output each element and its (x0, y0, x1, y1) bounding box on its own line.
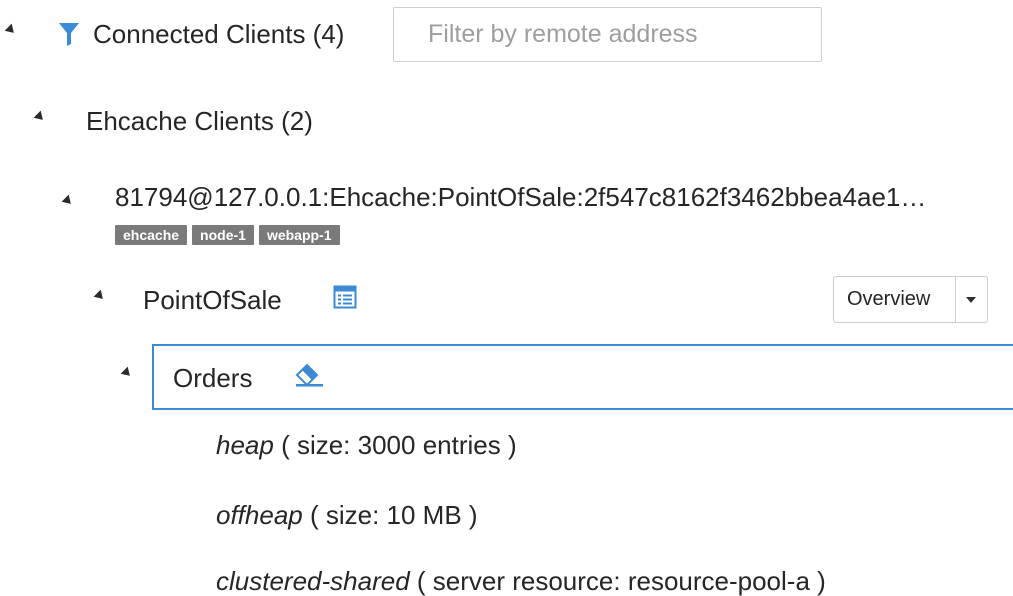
tier-detail: ( server resource: resource-pool-a ) (409, 566, 826, 596)
cache-manager-toggle[interactable] (93, 289, 107, 303)
filter-input[interactable] (393, 7, 822, 62)
tag-badge: node-1 (192, 225, 254, 245)
client-toggle[interactable] (61, 194, 75, 208)
tier-detail: ( size: 10 MB ) (302, 500, 478, 530)
tag-badge: ehcache (115, 225, 188, 245)
cache-manager-label: PointOfSale (143, 285, 282, 315)
tier-name: heap (216, 430, 274, 460)
view-select[interactable]: Overview (833, 276, 988, 323)
client-tags: ehcache node-1 webapp-1 (115, 225, 340, 245)
eraser-icon[interactable] (294, 360, 324, 388)
ehcache-clients-label: Ehcache Clients (2) (86, 106, 313, 136)
tier-name: offheap (216, 500, 303, 530)
filter-icon (58, 21, 80, 47)
view-select-value: Overview (847, 288, 931, 310)
connected-clients-toggle[interactable] (4, 23, 18, 37)
details-list-icon[interactable] (333, 285, 357, 309)
tier-detail: ( size: 3000 entries ) (273, 430, 517, 460)
tier-heap: heap ( size: 3000 entries ) (216, 430, 517, 460)
selected-cache-row[interactable] (152, 344, 1013, 410)
tier-clustered-shared: clustered-shared ( server resource: reso… (216, 566, 826, 596)
cache-toggle[interactable] (120, 366, 134, 380)
connected-clients-label: Connected Clients (4) (93, 19, 345, 49)
ehcache-clients-toggle[interactable] (33, 110, 47, 124)
chevron-down-icon[interactable] (955, 277, 987, 322)
cache-label: Orders (173, 363, 253, 393)
tag-badge: webapp-1 (258, 225, 340, 245)
tier-name: clustered-shared (216, 566, 410, 596)
client-id-label: 81794@127.0.0.1:Ehcache:PointOfSale:2f54… (115, 182, 927, 212)
tier-offheap: offheap ( size: 10 MB ) (216, 500, 478, 530)
